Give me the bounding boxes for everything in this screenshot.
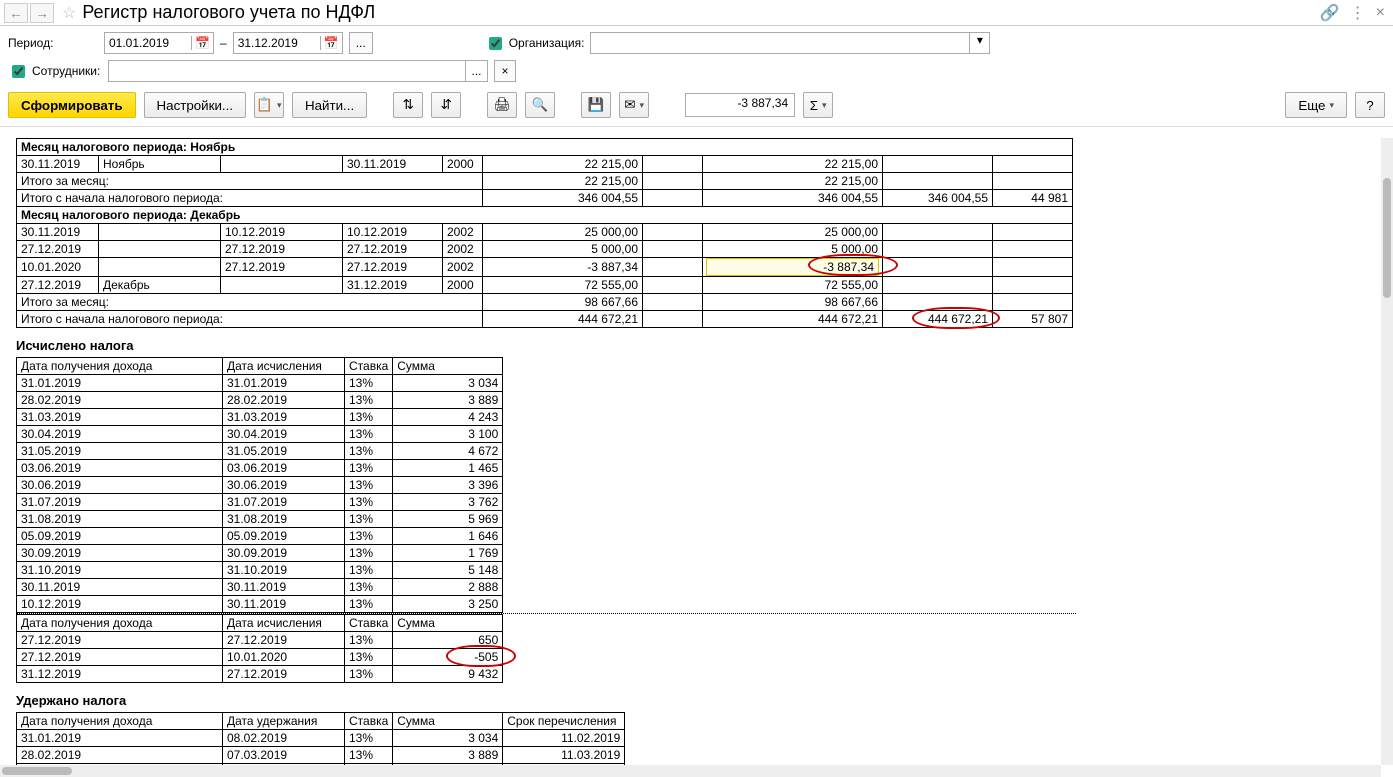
table-row: 31.07.201931.07.201913%3 762 — [17, 494, 503, 511]
table-row: 27.12.201927.12.201927.12.201920025 000,… — [17, 241, 1073, 258]
expand-button[interactable]: ⇅ — [393, 92, 423, 118]
kebab-menu-icon[interactable]: ⋮ — [1350, 3, 1366, 23]
table-row: 27.12.201927.12.201913%650 — [17, 632, 503, 649]
table-row: 10.12.201930.11.201913%3 250 — [17, 596, 503, 613]
save-button[interactable]: 💾 — [581, 92, 611, 118]
table-row: 31.05.201931.05.201913%4 672 — [17, 443, 503, 460]
table-row: 31.12.201927.12.201913%9 432 — [17, 666, 503, 683]
employees-checkbox[interactable]: Сотрудники: — [8, 62, 102, 81]
table-row: Итого за месяц:98 667,6698 667,66 — [17, 294, 1073, 311]
table-row: 30.11.201930.11.201913%2 888 — [17, 579, 503, 596]
table-row: 10.01.202027.12.201927.12.20192002-3 887… — [17, 258, 1073, 277]
table-row: 31.01.201908.02.201913%3 03411.02.2019 — [17, 730, 625, 747]
find-button[interactable]: Найти... — [292, 92, 367, 118]
preview-button[interactable]: 🔍 — [525, 92, 555, 118]
date-from-input[interactable]: 📅 — [104, 32, 214, 54]
table-row: 31.08.201931.08.201913%5 969 — [17, 511, 503, 528]
calendar-icon[interactable]: 📅 — [191, 36, 213, 50]
table-row: Итого с начала налогового периода:346 00… — [17, 190, 1073, 207]
email-button[interactable]: ✉▾ — [619, 92, 649, 118]
table-row: Итого с начала налогового периода:444 67… — [17, 311, 1073, 328]
more-button[interactable]: Еще ▾ — [1285, 92, 1347, 118]
report-viewport[interactable]: Месяц налогового периода: Ноябрь 30.11.2… — [0, 138, 1393, 765]
link-icon[interactable]: 🔗 — [1320, 3, 1340, 23]
table-row: Итого за месяц:22 215,0022 215,00 — [17, 173, 1073, 190]
calc-tax-title: Исчислено налога — [16, 338, 1381, 353]
help-button[interactable]: ? — [1355, 92, 1385, 118]
withheld-table: Дата получения доходаДата удержанияСтавк… — [16, 712, 625, 765]
printer-icon: 🖨 — [494, 97, 511, 113]
table-row: 28.02.201928.02.201913%3 889 — [17, 392, 503, 409]
table-row: 31.01.201931.01.201913%3 034 — [17, 375, 503, 392]
copy-button[interactable]: 📋▾ — [254, 92, 284, 118]
employees-picker-button[interactable]: ... — [465, 61, 487, 81]
table-row: 30.04.201930.04.201913%3 100 — [17, 426, 503, 443]
table-row: 30.09.201930.09.201913%1 769 — [17, 545, 503, 562]
calc-tax-table: Дата получения доходаДата исчисленияСтав… — [16, 357, 503, 613]
date-separator: – — [220, 36, 227, 50]
employees-input[interactable]: ... — [108, 60, 488, 82]
withheld-title: Удержано налога — [16, 693, 1381, 708]
sum-display: -3 887,34 — [685, 93, 795, 117]
table-row: 27.12.2019Декабрь31.12.2019200072 555,00… — [17, 277, 1073, 294]
settings-button[interactable]: Настройки... — [144, 92, 246, 118]
org-checkbox[interactable]: Организация: — [485, 34, 585, 53]
floppy-icon: 💾 — [588, 97, 605, 113]
close-icon[interactable]: × — [1376, 4, 1385, 22]
nav-forward-button[interactable]: → — [30, 3, 54, 23]
table-row: 31.10.201931.10.201913%5 148 — [17, 562, 503, 579]
generate-button[interactable]: Сформировать — [8, 92, 136, 118]
horizontal-scrollbar[interactable] — [0, 765, 1381, 777]
registry-table: Месяц налогового периода: Ноябрь 30.11.2… — [16, 138, 1073, 328]
envelope-icon: ✉ — [624, 97, 635, 113]
calc-tax-table-2: Дата получения доходаДата исчисленияСтав… — [16, 614, 503, 683]
sigma-button[interactable]: Σ▾ — [803, 92, 833, 118]
favorite-star-icon[interactable]: ☆ — [62, 3, 76, 23]
table-row: 30.11.2019Ноябрь30.11.2019200022 215,002… — [17, 156, 1073, 173]
date-to-input[interactable]: 📅 — [233, 32, 343, 54]
table-row: 30.11.201910.12.201910.12.2019200225 000… — [17, 224, 1073, 241]
employees-clear-button[interactable]: × — [494, 60, 516, 82]
chevron-down-icon[interactable]: ▾ — [969, 33, 989, 53]
vertical-scrollbar[interactable] — [1381, 138, 1393, 765]
collapse-button[interactable]: ⇵ — [431, 92, 461, 118]
period-picker-button[interactable]: ... — [349, 32, 373, 54]
table-row: 31.03.201931.03.201913%4 243 — [17, 409, 503, 426]
period-label: Период: — [8, 36, 98, 50]
nav-back-button[interactable]: ← — [4, 3, 28, 23]
table-row: 30.06.201930.06.201913%3 396 — [17, 477, 503, 494]
table-row: 03.06.201903.06.201913%1 465 — [17, 460, 503, 477]
table-row: 05.09.201905.09.201913%1 646 — [17, 528, 503, 545]
calendar-icon[interactable]: 📅 — [320, 36, 342, 50]
org-select[interactable]: ▾ — [590, 32, 990, 54]
print-button[interactable]: 🖨 — [487, 92, 517, 118]
page-title: Регистр налогового учета по НДФЛ — [82, 2, 1319, 23]
table-row: 28.02.201907.03.201913%3 88911.03.2019 — [17, 747, 625, 764]
table-row: 27.12.201910.01.202013%-505 — [17, 649, 503, 666]
